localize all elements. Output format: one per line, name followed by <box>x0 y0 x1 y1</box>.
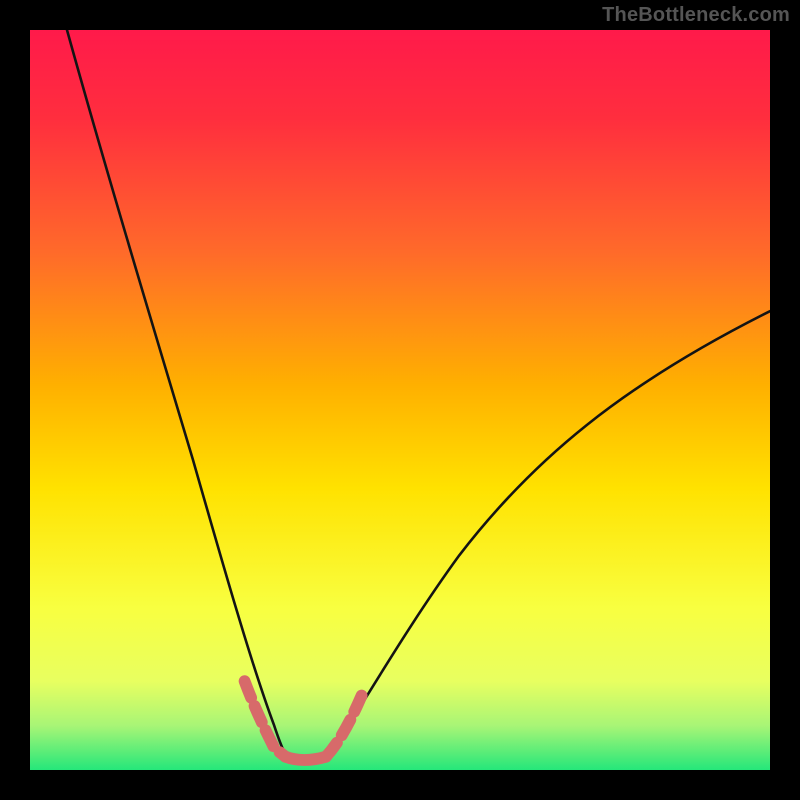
marker-right-exit <box>326 692 363 756</box>
marker-left-entry <box>245 681 286 756</box>
chart-frame: TheBottleneck.com <box>0 0 800 800</box>
plot-area <box>30 30 770 770</box>
watermark-text: TheBottleneck.com <box>602 4 790 27</box>
curve-left-branch <box>67 30 289 759</box>
curve-right-branch <box>326 311 770 759</box>
marker-floor <box>285 757 326 760</box>
curve-layer <box>30 30 770 770</box>
